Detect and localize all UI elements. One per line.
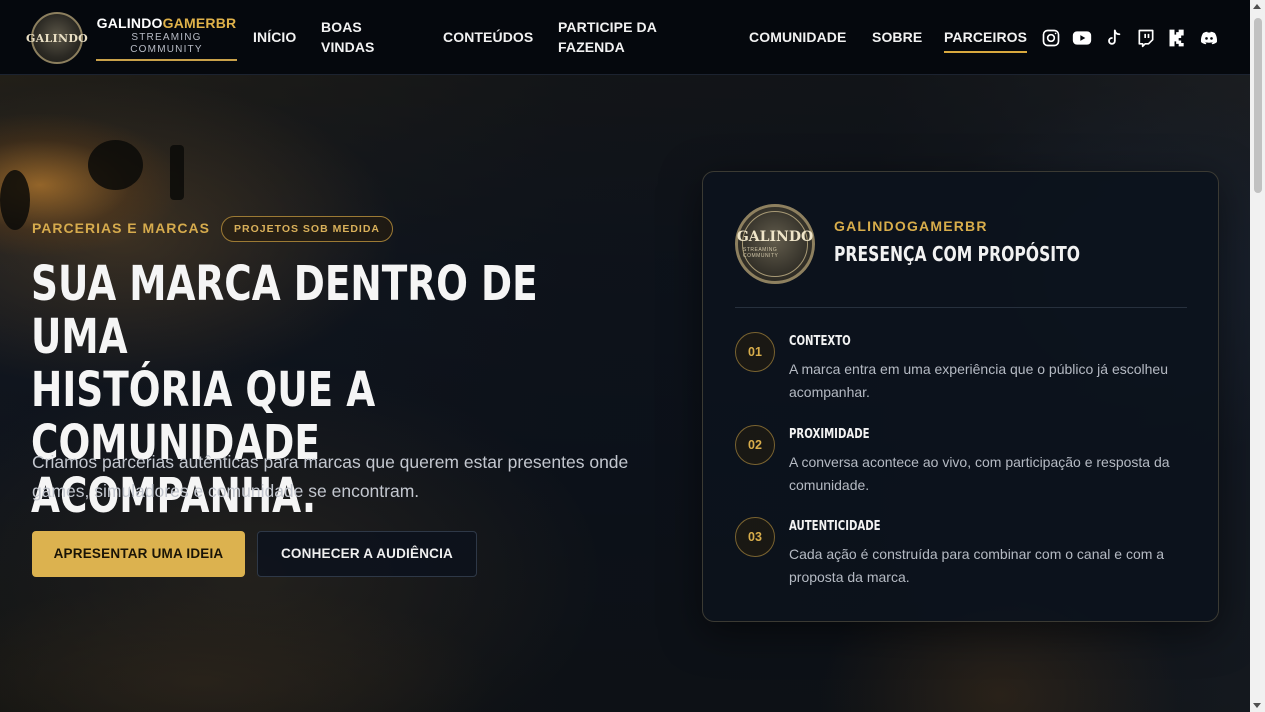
nav-item-boas-vindas[interactable]: BOAS VINDAS bbox=[321, 17, 401, 57]
card-title: PRESENÇA COM PROPÓSITO bbox=[834, 242, 1081, 266]
card-logo-text: GALINDO bbox=[736, 229, 814, 245]
card-brand: GALINDOGAMERBR bbox=[834, 218, 988, 234]
nav-item-parceiros[interactable]: PARCEIROS bbox=[944, 27, 1028, 53]
discord-icon[interactable] bbox=[1198, 27, 1220, 49]
page-scrollbar[interactable] bbox=[1250, 0, 1265, 712]
step-title: CONTEXTO bbox=[789, 334, 851, 349]
card-divider bbox=[735, 307, 1187, 308]
step-text: A marca entra em uma experiência que o p… bbox=[789, 361, 1168, 400]
know-audience-button[interactable]: CONHECER A AUDIÊNCIA bbox=[257, 531, 477, 577]
card-logo-subtext: STREAMING COMMUNITY bbox=[743, 247, 779, 259]
hero-lead: Criamos parcerias autênticas para marcas… bbox=[32, 452, 629, 501]
card-logo-badge: GALINDO STREAMING COMMUNITY bbox=[735, 204, 815, 284]
tree-silhouette bbox=[0, 170, 30, 230]
step-text: A conversa acontece ao vivo, com partici… bbox=[789, 454, 1170, 493]
scroll-down-arrow-icon[interactable] bbox=[1253, 703, 1261, 708]
logo-badge[interactable]: GALINDO bbox=[26, 12, 88, 64]
kick-icon[interactable] bbox=[1166, 27, 1188, 49]
step-number: 01 bbox=[735, 332, 775, 372]
hero-eyebrow: PARCERIAS E MARCAS bbox=[32, 220, 210, 236]
instagram-icon[interactable] bbox=[1040, 27, 1062, 49]
youtube-icon[interactable] bbox=[1071, 27, 1093, 49]
nav-item-comunidade[interactable]: COMUNIDADE bbox=[749, 27, 846, 47]
step-number: 02 bbox=[735, 425, 775, 465]
tree-silhouette bbox=[88, 140, 143, 190]
brand-subtitle: STREAMING COMMUNITY bbox=[96, 32, 237, 61]
nav-item-inicio[interactable]: INÍCIO bbox=[253, 27, 296, 47]
twitch-icon[interactable] bbox=[1135, 27, 1157, 49]
site-header: GALINDO GALINDOGAMERBR STREAMING COMMUNIT… bbox=[0, 0, 1250, 75]
tiktok-icon[interactable] bbox=[1103, 27, 1125, 49]
present-idea-button[interactable]: APRESENTAR UMA IDEIA bbox=[32, 531, 245, 577]
step-text: Cada ação é construída para combinar com… bbox=[789, 546, 1165, 585]
scrollbar-thumb[interactable] bbox=[1254, 18, 1262, 193]
nav-item-participe-da-fazenda[interactable]: PARTICIPE DA FAZENDA bbox=[558, 17, 678, 57]
brand-block[interactable]: GALINDOGAMERBR STREAMING COMMUNITY bbox=[96, 15, 237, 61]
nav-item-conteudos[interactable]: CONTEÚDOS bbox=[443, 27, 533, 47]
step-number: 03 bbox=[735, 517, 775, 557]
logo-text: GALINDO bbox=[25, 31, 89, 45]
step-title: AUTENTICIDADE bbox=[789, 519, 881, 534]
step-title: PROXIMIDADE bbox=[789, 427, 870, 442]
nav-item-sobre[interactable]: SOBRE bbox=[872, 27, 922, 47]
brand-name: GALINDOGAMERBR bbox=[96, 15, 237, 31]
scroll-up-arrow-icon[interactable] bbox=[1253, 4, 1261, 9]
presence-card: GALINDO STREAMING COMMUNITY GALINDOGAMER… bbox=[702, 171, 1219, 622]
tree-silhouette bbox=[170, 145, 184, 200]
hero-tag-pill: PROJETOS SOB MEDIDA bbox=[221, 216, 393, 242]
